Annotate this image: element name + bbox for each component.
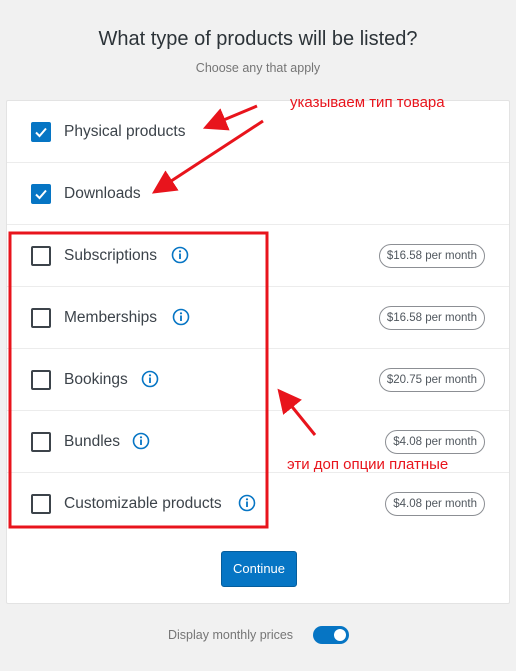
annotation-paid-options: эти доп опции платные	[287, 456, 449, 473]
arrow-to-physical	[202, 104, 258, 131]
arrow-to-downloads	[151, 119, 264, 194]
paid-options-highlight-box	[8, 231, 269, 529]
annotation-product-type: указываем тип товара	[290, 94, 445, 111]
arrow-to-paid-options	[277, 388, 317, 436]
